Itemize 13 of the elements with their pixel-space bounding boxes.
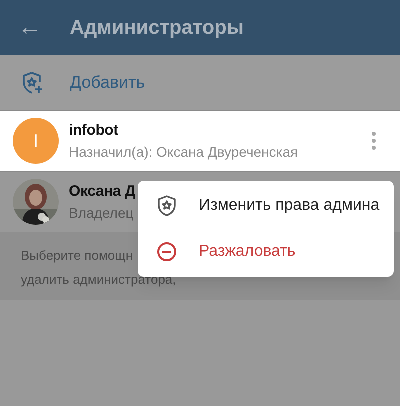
- hint-text: Выберите помощн: [21, 247, 133, 265]
- back-button[interactable]: ←: [18, 16, 40, 40]
- admin-row[interactable]: I infobot Назначил(а): Оксана Двуреченская: [0, 110, 400, 171]
- admin-name: infobot: [69, 121, 120, 141]
- admin-name: Оксана Д: [69, 182, 136, 202]
- avatar: I: [13, 118, 59, 164]
- admin-role: Назначил(а): Оксана Двуреченская: [69, 143, 298, 162]
- screen-title: Администраторы: [70, 16, 244, 40]
- shield-star-plus-icon: [22, 70, 44, 94]
- minus-circle-icon: [157, 242, 177, 262]
- shield-star-icon: [157, 195, 177, 217]
- menu-item[interactable]: Изменить права админа: [138, 183, 394, 229]
- admin-role: Владелец: [69, 204, 135, 223]
